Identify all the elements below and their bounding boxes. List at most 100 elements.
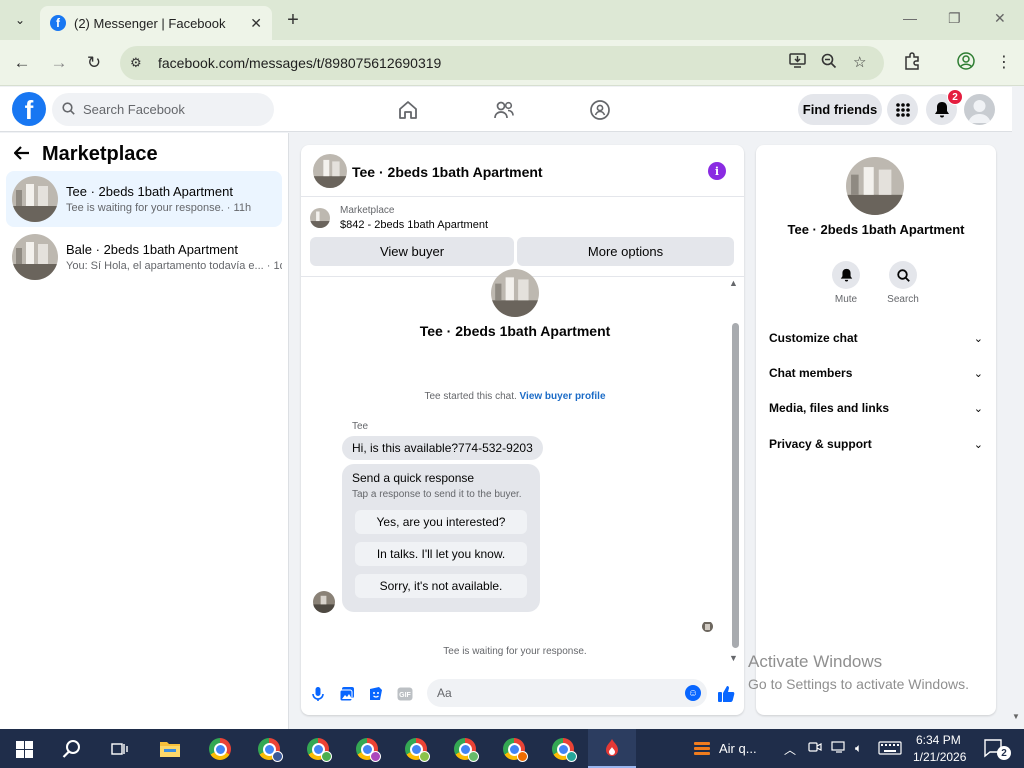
conversation-item-bale[interactable]: Bale · 2beds 1bath Apartment You: Sí Hol…: [6, 229, 282, 285]
microphone-icon[interactable]: [309, 685, 327, 703]
waiting-notice: Tee is waiting for your response.: [443, 646, 587, 657]
install-app-icon[interactable]: [789, 53, 806, 72]
site-settings-icon[interactable]: ⚙: [130, 55, 148, 71]
conversation-item-tee[interactable]: Tee · 2beds 1bath Apartment Tee is waiti…: [6, 171, 282, 227]
back-arrow-icon[interactable]: [13, 144, 30, 165]
groups-icon[interactable]: [587, 97, 613, 123]
media-files-links-row[interactable]: Media, files and links ⌄: [769, 397, 983, 419]
file-explorer-icon[interactable]: [156, 735, 184, 763]
minimize-icon[interactable]: —: [903, 10, 917, 26]
account-avatar[interactable]: [964, 94, 995, 125]
started-text: Tee started this chat.: [424, 391, 517, 402]
gif-icon[interactable]: GIF: [396, 685, 414, 703]
chevron-down-icon: ⌄: [973, 402, 983, 415]
chrome-menu-icon[interactable]: ⋮: [996, 52, 1012, 72]
conversation-info-icon[interactable]: i: [708, 162, 726, 180]
keyboard-icon[interactable]: [878, 741, 902, 758]
privacy-support-row[interactable]: Privacy & support ⌄: [769, 433, 983, 455]
message-bubble[interactable]: Hi, is this available?774-532-9203: [342, 436, 543, 460]
forward-icon[interactable]: →: [48, 52, 70, 74]
scroll-down-arrow-icon[interactable]: ▼: [729, 653, 738, 663]
chrome-profile-1-icon[interactable]: [255, 735, 283, 763]
chrome-profile-7-icon[interactable]: [549, 735, 577, 763]
tab-title: (2) Messenger | Facebook: [74, 15, 226, 31]
browser-toolbar: ← → ↻ ⚙ facebook.com/messages/t/89807561…: [0, 40, 1024, 86]
photo-icon[interactable]: [338, 685, 356, 703]
network-icon[interactable]: [831, 741, 847, 756]
taskbar-search-icon[interactable]: [58, 735, 86, 763]
bookmark-star-icon[interactable]: ☆: [853, 53, 866, 71]
more-options-button[interactable]: More options: [517, 237, 734, 266]
info-panel-name: Tee · 2beds 1bath Apartment: [787, 222, 965, 237]
page-scroll-down-icon[interactable]: ▼: [1012, 712, 1020, 721]
scroll-up-arrow-icon[interactable]: ▲: [729, 278, 738, 288]
window-close-icon[interactable]: ✕: [994, 10, 1006, 27]
chat-title[interactable]: Tee · 2beds 1bath Apartment: [352, 164, 543, 180]
address-bar[interactable]: ⚙ facebook.com/messages/t/89807561269031…: [120, 46, 884, 80]
chat-members-row[interactable]: Chat members ⌄: [769, 362, 983, 384]
meet-now-icon[interactable]: [808, 741, 822, 756]
chrome-profile-3-icon[interactable]: [353, 735, 381, 763]
facebook-search-input[interactable]: [83, 102, 263, 117]
chrome-profile-6-icon[interactable]: [500, 735, 528, 763]
mute-label: Mute: [834, 294, 858, 305]
info-panel-thumbnail: [846, 157, 904, 215]
chrome-taskbar-icon[interactable]: [206, 735, 234, 763]
clock-date[interactable]: 1/21/2026: [913, 750, 966, 764]
weather-widget-icon[interactable]: [688, 735, 716, 763]
listing-small-thumbnail: [310, 208, 330, 228]
chrome-profile-2-icon[interactable]: [304, 735, 332, 763]
quick-response-yes-button[interactable]: Yes, are you interested?: [355, 510, 527, 534]
mute-button[interactable]: Mute: [826, 261, 866, 305]
tab-search-chevron-icon[interactable]: ⌄: [8, 8, 32, 32]
find-friends-button[interactable]: Find friends: [798, 94, 882, 125]
message-input[interactable]: [437, 686, 677, 700]
chevron-down-icon: ⌄: [973, 367, 983, 380]
reload-icon[interactable]: ↻: [83, 52, 105, 74]
sticker-icon[interactable]: [367, 685, 385, 703]
message-input-container[interactable]: [427, 679, 707, 707]
listing-price-title: $842 - 2beds 1bath Apartment: [340, 219, 488, 231]
active-app-icon[interactable]: [598, 735, 626, 763]
chat-header-thumbnail[interactable]: [313, 154, 347, 188]
tab-close-icon[interactable]: ✕: [250, 15, 262, 32]
home-icon[interactable]: [395, 97, 421, 123]
profile-icon[interactable]: [957, 52, 975, 75]
search-label: Search: [887, 294, 919, 305]
view-buyer-profile-link[interactable]: View buyer profile: [520, 391, 606, 402]
search-in-chat-button[interactable]: Search: [883, 261, 923, 305]
weather-text[interactable]: Air q...: [719, 741, 757, 756]
restore-icon[interactable]: ❐: [948, 10, 961, 27]
customize-chat-row[interactable]: Customize chat ⌄: [769, 327, 983, 349]
like-thumb-icon[interactable]: [716, 685, 736, 703]
conversation-name: Tee · 2beds 1bath Apartment: [66, 184, 233, 199]
notification-count-badge: 2: [947, 89, 963, 105]
show-hidden-icons-icon[interactable]: ︿: [784, 741, 796, 758]
zoom-icon[interactable]: [821, 53, 837, 73]
volume-icon[interactable]: 🔈︎: [855, 741, 862, 756]
new-tab-button[interactable]: +: [282, 8, 304, 32]
view-buyer-button[interactable]: View buyer: [310, 237, 514, 266]
windows-start-icon[interactable]: [10, 735, 38, 763]
marketplace-listing-row[interactable]: Marketplace $842 - 2beds 1bath Apartment: [310, 205, 488, 231]
clock-time[interactable]: 6:34 PM: [916, 733, 961, 747]
chat-center-name: Tee · 2beds 1bath Apartment: [419, 323, 611, 339]
quick-response-card: Send a quick response Tap a response to …: [342, 464, 540, 612]
facebook-logo-icon[interactable]: f: [12, 92, 46, 126]
back-icon[interactable]: ←: [11, 52, 33, 74]
task-view-icon[interactable]: [106, 735, 134, 763]
marketplace-header: Marketplace: [13, 143, 158, 166]
chrome-profile-5-icon[interactable]: [451, 735, 479, 763]
quick-response-not-available-button[interactable]: Sorry, it's not available.: [355, 574, 527, 598]
chrome-profile-4-icon[interactable]: [402, 735, 430, 763]
emoji-icon[interactable]: ☺: [685, 685, 701, 701]
section-label: Customize chat: [769, 331, 858, 345]
quick-response-in-talks-button[interactable]: In talks. I'll let you know.: [355, 542, 527, 566]
menu-grid-icon[interactable]: [887, 94, 918, 125]
facebook-search[interactable]: [52, 93, 274, 126]
extensions-icon[interactable]: [903, 52, 921, 75]
friends-icon[interactable]: [491, 97, 517, 123]
chat-scrollbar[interactable]: [732, 323, 739, 648]
browser-tab[interactable]: f (2) Messenger | Facebook ✕: [40, 6, 272, 40]
chat-window: Tee · 2beds 1bath Apartment i Marketplac…: [301, 145, 744, 715]
